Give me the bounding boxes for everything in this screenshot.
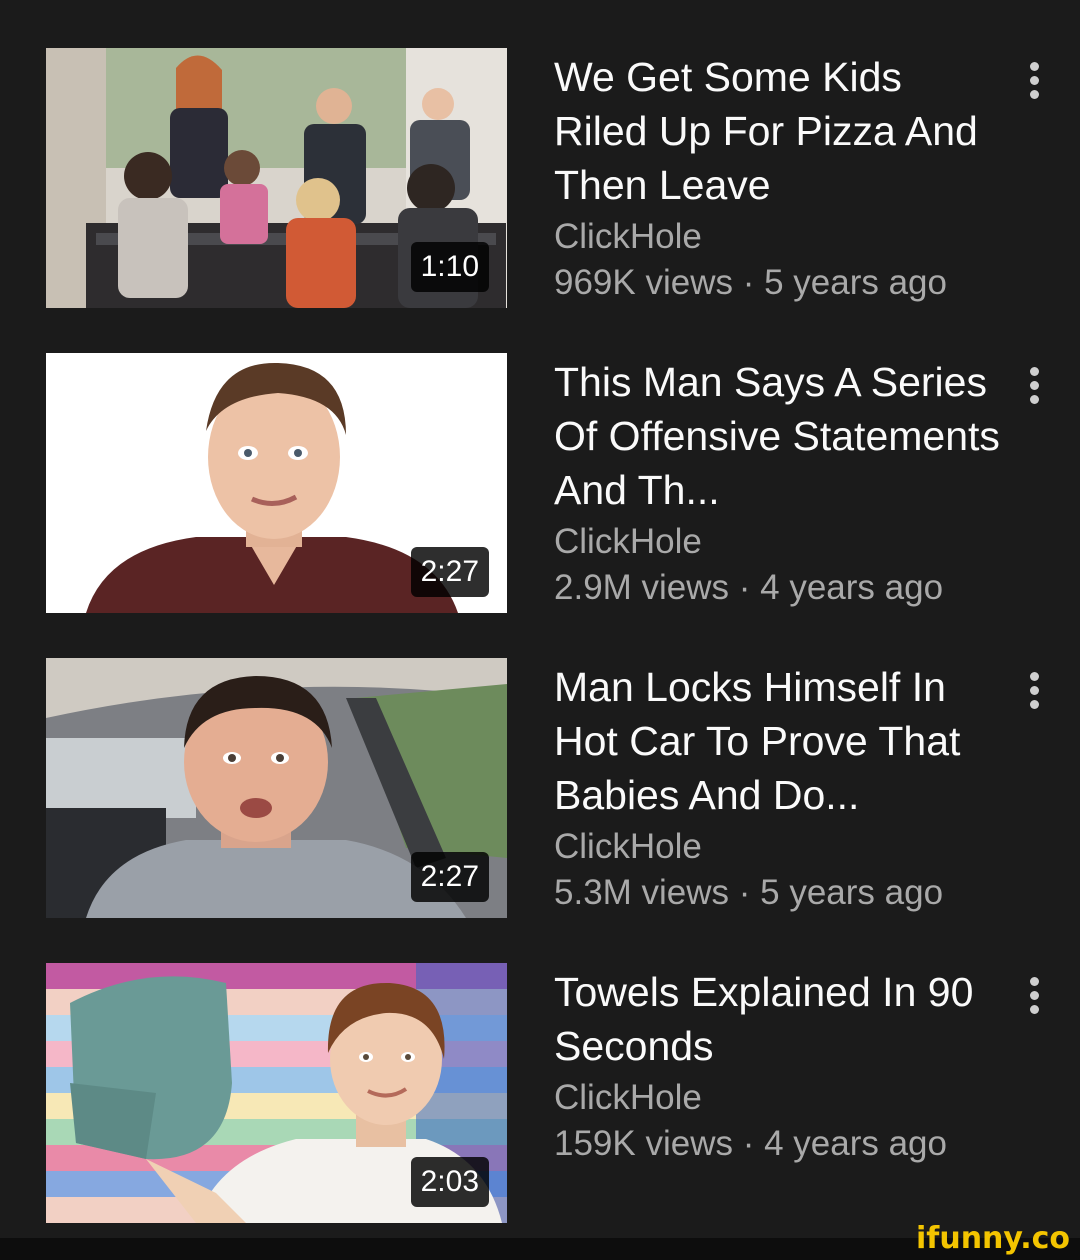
video-title[interactable]: Man Locks Himself In Hot Car To Prove Th… (554, 660, 1004, 822)
more-vert-icon[interactable] (1020, 365, 1048, 405)
duration-badge: 2:27 (410, 547, 489, 597)
duration-badge: 2:27 (410, 852, 489, 902)
video-title[interactable]: This Man Says A Series Of Offensive Stat… (554, 355, 1004, 517)
duration-badge: 2:03 (410, 1157, 489, 1207)
video-item[interactable]: 2:27 Man Locks Himself In Hot Car To Pro… (0, 658, 1080, 920)
video-stats: 159K views · 4 years ago (554, 1124, 947, 1163)
video-item[interactable]: 2:27 This Man Says A Series Of Offensive… (0, 353, 1080, 615)
video-thumbnail[interactable]: 2:03 (46, 963, 507, 1223)
more-vert-icon[interactable] (1020, 60, 1048, 100)
video-thumbnail[interactable]: 2:27 (46, 658, 507, 918)
video-stats: 5.3M views · 5 years ago (554, 873, 944, 912)
channel-name[interactable]: ClickHole (554, 824, 1014, 870)
duration-badge: 1:10 (410, 242, 489, 292)
video-title[interactable]: Towels Explained In 90 Seconds (554, 965, 1004, 1073)
watermark-logo: ifunny.co (916, 1221, 1070, 1256)
channel-name[interactable]: ClickHole (554, 214, 1014, 260)
video-stats: 2.9M views · 4 years ago (554, 568, 944, 607)
video-item[interactable]: 1:10 We Get Some Kids Riled Up For Pizza… (0, 48, 1080, 310)
more-vert-icon[interactable] (1020, 975, 1048, 1015)
video-stats: 969K views · 5 years ago (554, 263, 947, 302)
more-vert-icon[interactable] (1020, 670, 1048, 710)
channel-name[interactable]: ClickHole (554, 519, 1014, 565)
video-item[interactable]: 2:03 Towels Explained In 90 Seconds Clic… (0, 963, 1080, 1225)
video-thumbnail[interactable]: 2:27 (46, 353, 507, 613)
video-thumbnail[interactable]: 1:10 (46, 48, 507, 308)
channel-name[interactable]: ClickHole (554, 1075, 1014, 1121)
video-title[interactable]: We Get Some Kids Riled Up For Pizza And … (554, 50, 1004, 212)
